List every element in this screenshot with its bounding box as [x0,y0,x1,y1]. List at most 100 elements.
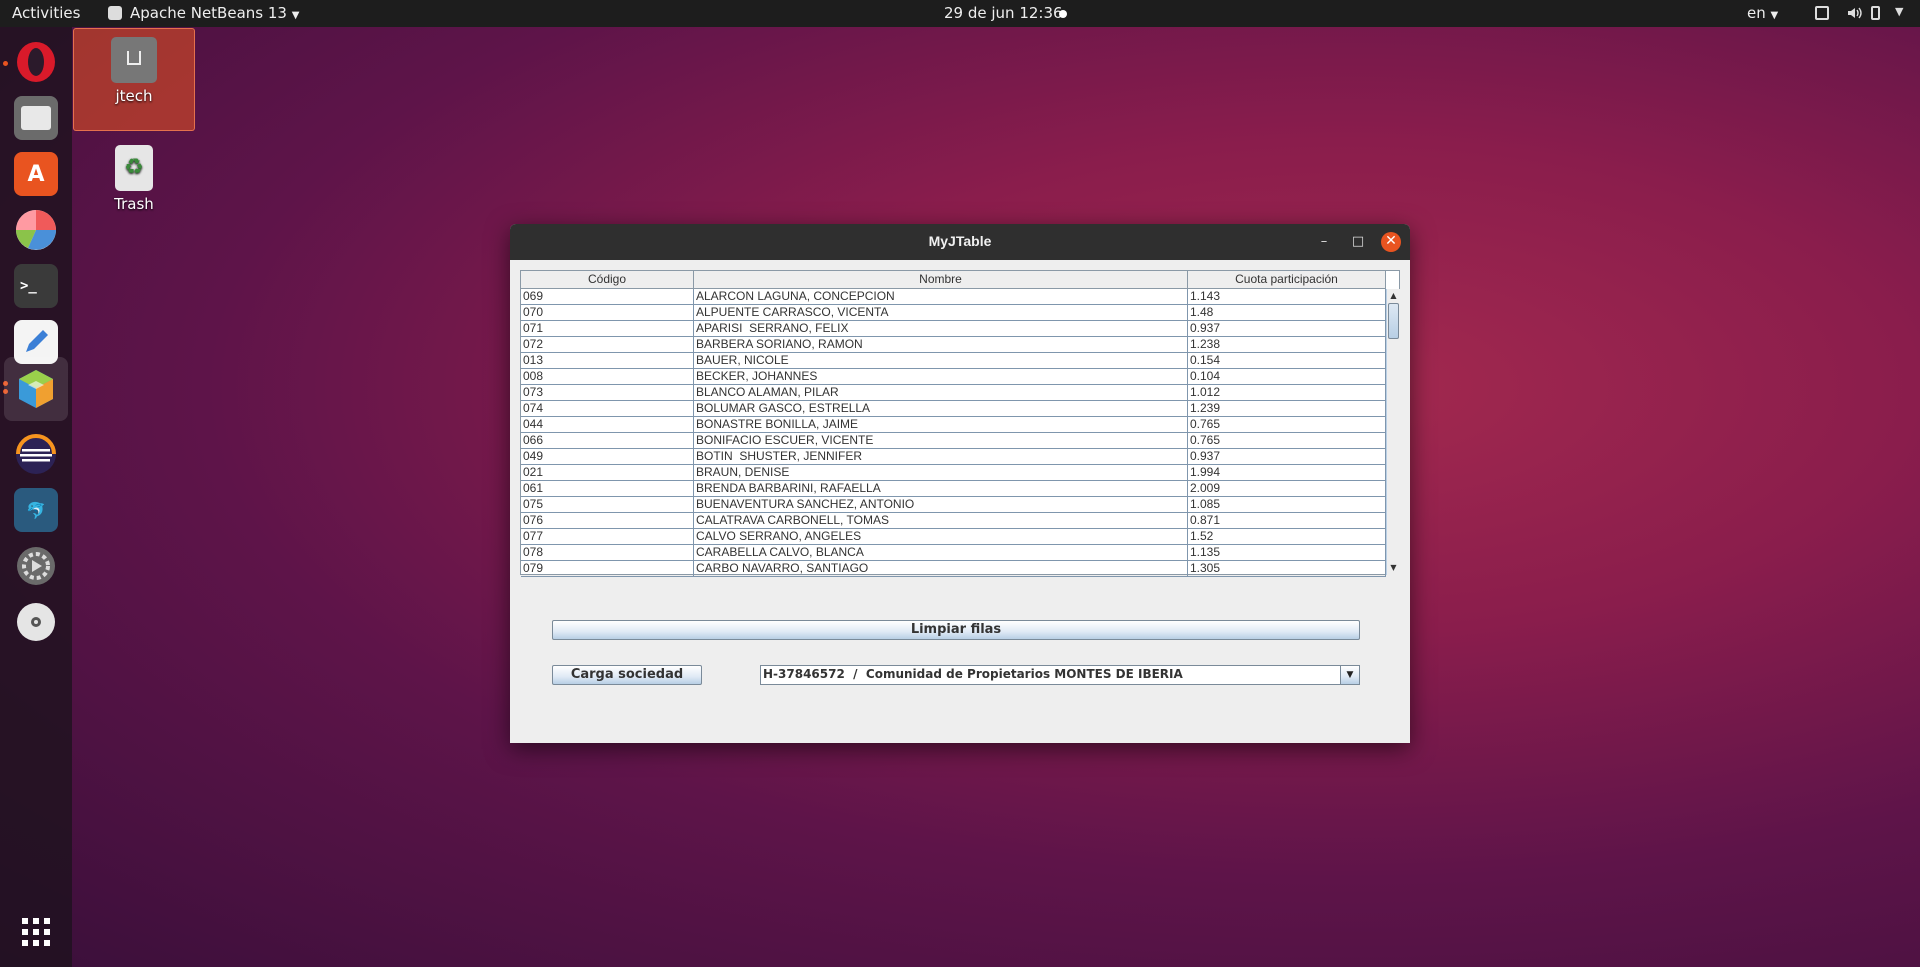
cell-nombre[interactable]: BUENAVENTURA SANCHEZ, ANTONIO [694,497,1188,512]
cell-codigo[interactable]: 008 [521,369,694,384]
table-row[interactable]: 049 BOTIN SHUSTER, JENNIFER 0.937 [521,449,1386,465]
cell-cuota[interactable]: 1.52 [1188,529,1386,544]
cell-cuota[interactable]: 0.765 [1188,417,1386,432]
data-table[interactable]: Código Nombre Cuota participación 069 ALA… [520,270,1400,577]
cell-nombre[interactable]: CALATRAVA CARBONELL, TOMAS [694,513,1188,528]
cell-codigo[interactable]: 069 [521,289,694,304]
cell-nombre[interactable]: BONASTRE BONILLA, JAIME [694,417,1188,432]
cell-cuota[interactable]: 0.937 [1188,449,1386,464]
table-row[interactable]: 076 CALATRAVA CARBONELL, TOMAS 0.871 [521,513,1386,529]
cell-cuota[interactable]: 0.154 [1188,353,1386,368]
dock-mysql-workbench[interactable]: 🐬 [11,485,61,535]
table-row[interactable]: 079 CARBO NAVARRO, SANTIAGO 1.305 [521,561,1386,577]
cell-codigo[interactable]: 075 [521,497,694,512]
cell-codigo[interactable]: 073 [521,385,694,400]
cell-cuota[interactable]: 1.239 [1188,401,1386,416]
dock-disc[interactable] [11,597,61,647]
dock-show-apps[interactable] [11,907,61,957]
cell-codigo[interactable]: 049 [521,449,694,464]
table-row[interactable]: 078 CARABELLA CALVO, BLANCA 1.135 [521,545,1386,561]
table-row[interactable]: 013 BAUER, NICOLE 0.154 [521,353,1386,369]
cell-nombre[interactable]: BLANCO ALAMAN, PILAR [694,385,1188,400]
dock-terminal[interactable]: >_ [11,261,61,311]
table-row[interactable]: 061 BRENDA BARBARINI, RAFAELLA 2.009 [521,481,1386,497]
table-row[interactable]: 077 CALVO SERRANO, ANGELES 1.52 [521,529,1386,545]
cell-cuota[interactable]: 0.765 [1188,433,1386,448]
cell-nombre[interactable]: ALPUENTE CARRASCO, VICENTA [694,305,1188,320]
dock-settings[interactable] [11,541,61,591]
network-icon[interactable] [1815,6,1829,20]
cell-cuota[interactable]: 2.009 [1188,481,1386,496]
vertical-scrollbar[interactable]: ▲ ▼ [1386,289,1400,575]
cell-nombre[interactable]: BAUER, NICOLE [694,353,1188,368]
limpiar-filas-button[interactable]: Limpiar filas [552,620,1360,640]
cell-codigo[interactable]: 076 [521,513,694,528]
scroll-down-arrow-icon[interactable]: ▼ [1387,561,1400,575]
dock-software[interactable]: A [11,149,61,199]
cell-nombre[interactable]: BOTIN SHUSTER, JENNIFER [694,449,1188,464]
volume-icon[interactable] [1847,6,1862,20]
clock[interactable]: 29 de jun 12:36 [944,4,1063,22]
cell-nombre[interactable]: BECKER, JOHANNES [694,369,1188,384]
cell-codigo[interactable]: 072 [521,337,694,352]
cell-cuota[interactable]: 1.48 [1188,305,1386,320]
cell-codigo[interactable]: 013 [521,353,694,368]
dock-netbeans[interactable] [4,357,68,421]
table-row[interactable]: 066 BONIFACIO ESCUER, VICENTE 0.765 [521,433,1386,449]
cell-cuota[interactable]: 0.937 [1188,321,1386,336]
cell-cuota[interactable]: 0.104 [1188,369,1386,384]
chevron-down-icon[interactable]: ▼ [1340,666,1359,684]
cell-codigo[interactable]: 071 [521,321,694,336]
table-row[interactable]: 021 BRAUN, DENISE 1.994 [521,465,1386,481]
scroll-thumb[interactable] [1388,303,1399,339]
cell-codigo[interactable]: 061 [521,481,694,496]
cell-cuota[interactable]: 1.238 [1188,337,1386,352]
maximize-button[interactable]: □ [1348,232,1368,252]
cell-cuota[interactable]: 1.012 [1188,385,1386,400]
cell-nombre[interactable]: BONIFACIO ESCUER, VICENTE [694,433,1188,448]
cell-codigo[interactable]: 066 [521,433,694,448]
table-row[interactable]: 069 ALARCON LAGUNA, CONCEPCION 1.143 [521,289,1386,305]
cell-codigo[interactable]: 074 [521,401,694,416]
column-header-codigo[interactable]: Código [521,271,694,288]
table-row[interactable]: 074 BOLUMAR GASCO, ESTRELLA 1.239 [521,401,1386,417]
table-row[interactable]: 071 APARISI SERRANO, FELIX 0.937 [521,321,1386,337]
column-header-nombre[interactable]: Nombre [694,271,1188,288]
dock-files[interactable] [11,93,61,143]
minimize-button[interactable]: – [1314,232,1334,252]
cell-cuota[interactable]: 1.085 [1188,497,1386,512]
cell-codigo[interactable]: 044 [521,417,694,432]
cell-nombre[interactable]: BRENDA BARBARINI, RAFAELLA [694,481,1188,496]
cell-codigo[interactable]: 078 [521,545,694,560]
desktop-home-folder[interactable]: jtech [73,28,195,131]
cell-nombre[interactable]: ALARCON LAGUNA, CONCEPCION [694,289,1188,304]
cell-cuota[interactable]: 0.871 [1188,513,1386,528]
table-row[interactable]: 008 BECKER, JOHANNES 0.104 [521,369,1386,385]
chevron-down-icon[interactable]: ▼ [1895,5,1909,19]
cell-cuota[interactable]: 1.994 [1188,465,1386,480]
table-row[interactable]: 072 BARBERA SORIANO, RAMON 1.238 [521,337,1386,353]
carga-sociedad-button[interactable]: Carga sociedad [552,665,702,685]
cell-cuota[interactable]: 1.135 [1188,545,1386,560]
sociedad-combobox[interactable]: H-37846572 / Comunidad de Propietarios M… [760,665,1360,685]
cell-nombre[interactable]: CARBO NAVARRO, SANTIAGO [694,561,1188,576]
cell-codigo[interactable]: 077 [521,529,694,544]
cell-nombre[interactable]: CALVO SERRANO, ANGELES [694,529,1188,544]
close-button[interactable]: ✕ [1381,232,1401,252]
cell-nombre[interactable]: APARISI SERRANO, FELIX [694,321,1188,336]
dock-chart-app[interactable] [11,205,61,255]
cell-codigo[interactable]: 070 [521,305,694,320]
desktop-trash[interactable]: ♻ Trash [73,135,195,213]
table-row[interactable]: 070 ALPUENTE CARRASCO, VICENTA 1.48 [521,305,1386,321]
scroll-up-arrow-icon[interactable]: ▲ [1387,289,1400,303]
cell-nombre[interactable]: BARBERA SORIANO, RAMON [694,337,1188,352]
cell-nombre[interactable]: CARABELLA CALVO, BLANCA [694,545,1188,560]
cell-nombre[interactable]: BOLUMAR GASCO, ESTRELLA [694,401,1188,416]
app-menu[interactable]: Apache NetBeans 13 ▼ [108,4,299,22]
table-row[interactable]: 073 BLANCO ALAMAN, PILAR 1.012 [521,385,1386,401]
dock-opera[interactable] [11,37,61,87]
cell-nombre[interactable]: BRAUN, DENISE [694,465,1188,480]
column-header-cuota[interactable]: Cuota participación [1188,271,1386,288]
cell-cuota[interactable]: 1.143 [1188,289,1386,304]
language-selector[interactable]: en ▼ [1747,4,1778,22]
